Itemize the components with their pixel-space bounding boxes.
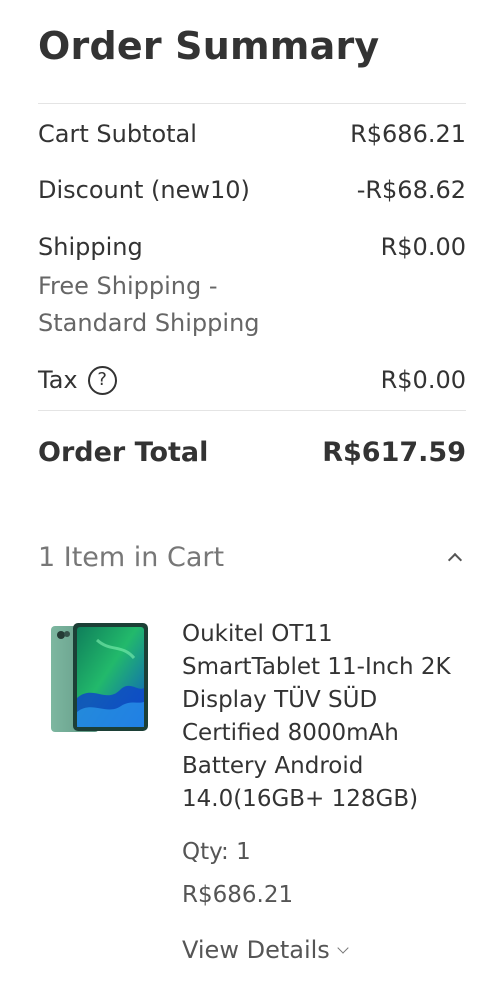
cart-item-count: 1 Item in Cart [38,541,225,573]
view-details-label: View Details [182,936,330,964]
cart-items-toggle[interactable]: 1 Item in Cart [38,536,466,578]
tax-label: Tax [38,366,78,394]
cart-item-details: Oukitel OT11 SmartTablet 11-Inch 2K Disp… [182,618,470,967]
cart-subtotal-row: Cart Subtotal R$686.21 [38,116,466,152]
order-summary-title: Order Summary [38,24,380,68]
product-quantity: Qty: 1 [182,839,251,865]
order-total-label: Order Total [38,437,209,468]
cart-subtotal-value: R$686.21 [350,120,466,148]
chevron-down-icon [337,942,349,954]
tax-value: R$0.00 [380,366,466,394]
shipping-label: Shipping [38,233,143,261]
view-details-link[interactable]: View Details [182,934,349,967]
divider [38,103,466,104]
tax-label-group: Tax ? [38,362,117,398]
shipping-value: R$0.00 [380,233,466,261]
tablet-product-image[interactable] [48,620,150,736]
discount-label: Discount (new10) [38,176,250,204]
product-price: R$686.21 [182,882,294,908]
tax-row: Tax ? R$0.00 [38,362,466,398]
help-circle-icon[interactable]: ? [87,365,117,395]
order-total-row: Order Total R$617.59 [38,433,466,473]
product-name[interactable]: Oukitel OT11 SmartTablet 11-Inch 2K Disp… [182,618,470,816]
shipping-row: Shipping R$0.00 [38,229,466,265]
divider [38,410,466,411]
cart-subtotal-label: Cart Subtotal [38,120,197,148]
order-summary-panel: Order Summary Cart Subtotal R$686.21 Dis… [0,0,500,984]
chevron-up-icon[interactable] [447,552,463,568]
shipping-method-description: Free Shipping - Standard Shipping [38,272,260,337]
order-total-value: R$617.59 [322,437,466,468]
discount-row: Discount (new10) -R$68.62 [38,172,466,208]
discount-value: -R$68.62 [356,176,466,204]
